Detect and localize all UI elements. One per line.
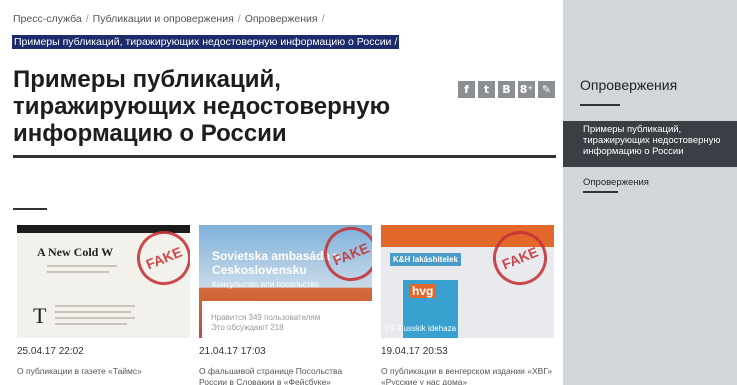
text-line bbox=[47, 265, 117, 267]
publication-caption[interactable]: О фальшивой странице Посольства России в… bbox=[199, 366, 372, 385]
sidebar-title: Опровержения bbox=[580, 77, 678, 93]
publication-caption[interactable]: О публикации в венгерском издании «ХВГ» … bbox=[381, 366, 554, 385]
cover-tag: YG Russkik idehaza bbox=[384, 324, 457, 333]
breadcrumb-publications[interactable]: Публикации и опровержения bbox=[93, 13, 234, 25]
publication-caption[interactable]: О публикации в газете «Таймс» bbox=[17, 366, 190, 377]
publication-thumbnail[interactable]: K&H lakáshitelek hvg YG Russkik idehaza … bbox=[381, 225, 554, 338]
sidebar-item-refutations[interactable]: Опровержения bbox=[583, 177, 649, 188]
share-bar: f t B 8⁺ ✎ bbox=[458, 81, 555, 98]
newspaper-headline: A New Cold W bbox=[37, 245, 114, 259]
publication-date: 21.04.17 17:03 bbox=[199, 346, 266, 357]
publication-card[interactable]: K&H lakáshitelek hvg YG Russkik idehaza … bbox=[381, 225, 554, 385]
fake-stamp-icon: FAKE bbox=[128, 225, 190, 294]
breadcrumb-separator: / bbox=[237, 13, 241, 25]
publication-thumbnail[interactable]: Sovietska ambasáda v Ceskoslovensku Конс… bbox=[199, 225, 372, 338]
drop-cap: T bbox=[33, 303, 47, 328]
hvg-logo: hvg bbox=[409, 284, 437, 298]
sidebar-link-underline bbox=[583, 191, 618, 193]
breadcrumb: Пресс-служба / Публикации и опровержения / О… bbox=[13, 13, 329, 25]
vkontakte-icon[interactable]: B bbox=[498, 81, 515, 98]
livejournal-icon[interactable]: ✎ bbox=[538, 81, 555, 98]
facebook-likes: Нравится 349 пользователям bbox=[211, 313, 321, 322]
breadcrumb-separator: / bbox=[321, 13, 325, 25]
sidebar: Опровержения Примеры публикаций, тиражир… bbox=[563, 0, 737, 385]
facebook-page-subtitle: Консульство или посольство bbox=[212, 280, 319, 289]
publication-card[interactable]: A New Cold W T FAKE 25.04.17 22:02 О пуб… bbox=[17, 225, 190, 377]
sidebar-divider bbox=[580, 104, 620, 106]
main-content: Пресс-служба / Публикации и опровержения / О… bbox=[0, 0, 563, 385]
page-title: Примеры публикаций, тиражирующих недосто… bbox=[13, 66, 391, 147]
publication-date: 25.04.17 22:02 bbox=[17, 346, 84, 357]
bank-banner: K&H lakáshitelek bbox=[390, 253, 461, 266]
facebook-icon[interactable]: f bbox=[458, 81, 475, 98]
section-divider bbox=[13, 208, 47, 210]
title-divider bbox=[13, 155, 556, 158]
text-line bbox=[55, 305, 135, 307]
breadcrumb-press-service[interactable]: Пресс-служба bbox=[13, 13, 82, 25]
breadcrumb-current: Примеры публикаций, тиражирующих недосто… bbox=[12, 35, 400, 49]
facebook-discussing: Это обсуждают 218 bbox=[211, 323, 284, 332]
text-line bbox=[55, 323, 127, 325]
publication-date: 19.04.17 20:53 bbox=[381, 346, 448, 357]
publication-card[interactable]: Sovietska ambasáda v Ceskoslovensku Конс… bbox=[199, 225, 372, 385]
google-plus-icon[interactable]: 8⁺ bbox=[518, 81, 535, 98]
text-line bbox=[55, 317, 135, 319]
breadcrumb-separator: / bbox=[85, 13, 89, 25]
text-line bbox=[55, 311, 131, 313]
fake-stamp-icon: FAKE bbox=[315, 225, 372, 290]
twitter-icon[interactable]: t bbox=[478, 81, 495, 98]
sidebar-item-active[interactable]: Примеры публикаций, тиражирующих недосто… bbox=[563, 121, 737, 167]
publication-thumbnail[interactable]: A New Cold W T FAKE bbox=[17, 225, 190, 338]
text-line bbox=[47, 271, 109, 273]
breadcrumb-refutations[interactable]: Опровержения bbox=[245, 13, 318, 25]
